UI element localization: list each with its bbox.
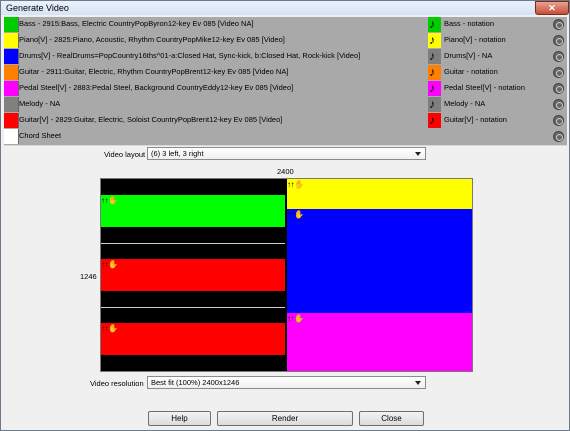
track-list: Bass - 2915:Bass, Electric CountryPopByr… bbox=[4, 17, 567, 146]
track-color-swatch[interactable] bbox=[4, 33, 19, 48]
preview-height-label: 1246 bbox=[80, 272, 97, 281]
chevron-down-icon bbox=[415, 381, 421, 385]
video-layout-value: (6) 3 left, 3 right bbox=[151, 149, 204, 158]
track-label: Chord Sheet bbox=[19, 131, 62, 140]
track-notation: Guitar[V] - notation bbox=[444, 115, 507, 124]
track-row-drums[interactable]: Drums[V] - RealDrums=PopCountry16ths^01-… bbox=[4, 49, 567, 66]
drag-hand-icon[interactable]: ↑↑✋ bbox=[101, 325, 118, 333]
video-resolution-label: Video resolution bbox=[90, 379, 144, 388]
close-button[interactable]: Close bbox=[359, 411, 424, 426]
music-note-icon[interactable]: ♪ bbox=[428, 33, 441, 48]
options-icon[interactable] bbox=[553, 19, 564, 30]
preview-region-guitar[interactable] bbox=[101, 259, 285, 291]
track-label: Melody - NA bbox=[19, 99, 61, 108]
drag-hand-icon[interactable]: ↑↑✋ bbox=[287, 211, 304, 219]
track-row-pedal-steel[interactable]: Pedal Steel[V] - 2883:Pedal Steel, Backg… bbox=[4, 81, 567, 98]
window-close-button[interactable]: ✕ bbox=[535, 1, 569, 15]
drag-hand-icon[interactable]: ↑↑✋ bbox=[287, 181, 304, 189]
options-icon[interactable] bbox=[553, 83, 564, 94]
video-layout-select[interactable]: (6) 3 left, 3 right bbox=[147, 147, 426, 160]
track-color-swatch[interactable] bbox=[4, 129, 19, 144]
divider bbox=[101, 243, 285, 244]
video-layout-label: Video layout bbox=[104, 150, 146, 159]
music-note-icon[interactable]: ♪ bbox=[428, 113, 441, 128]
preview-region-drums[interactable] bbox=[287, 209, 472, 313]
music-note-icon[interactable]: ♪ bbox=[428, 97, 441, 112]
preview-region-piano[interactable] bbox=[287, 179, 472, 209]
options-icon[interactable] bbox=[553, 99, 564, 110]
track-color-swatch[interactable] bbox=[4, 49, 19, 64]
help-button[interactable]: Help bbox=[148, 411, 211, 426]
drag-hand-icon[interactable]: ↑↑✋ bbox=[101, 261, 118, 269]
track-color-swatch[interactable] bbox=[4, 17, 19, 32]
track-label: Drums[V] - RealDrums=PopCountry16ths^01-… bbox=[19, 51, 361, 60]
track-notation: Melody - NA bbox=[444, 99, 486, 108]
music-note-icon[interactable]: ♪ bbox=[428, 17, 441, 32]
music-note-icon[interactable]: ♪ bbox=[428, 81, 441, 96]
track-color-swatch[interactable] bbox=[4, 65, 19, 80]
drag-hand-icon[interactable]: ↑↑✋ bbox=[287, 315, 304, 323]
track-notation: Guitar - notation bbox=[444, 67, 498, 76]
track-label: Guitar - 2911:Guitar, Electric, Rhythm C… bbox=[19, 67, 289, 76]
track-label: Piano[V] - 2825:Piano, Acoustic, Rhythm … bbox=[19, 35, 285, 44]
music-note-icon[interactable]: ♪ bbox=[428, 65, 441, 80]
music-note-icon[interactable]: ♪ bbox=[428, 49, 441, 64]
track-row-guitar[interactable]: Guitar - 2911:Guitar, Electric, Rhythm C… bbox=[4, 65, 567, 82]
title-bar: Generate Video ✕ bbox=[1, 1, 569, 15]
chevron-down-icon bbox=[415, 152, 421, 156]
track-row-piano[interactable]: Piano[V] - 2825:Piano, Acoustic, Rhythm … bbox=[4, 33, 567, 50]
preview-region-guitar-soloist[interactable] bbox=[101, 323, 285, 355]
track-notation: Pedal Steel[V] - notation bbox=[444, 83, 525, 92]
video-resolution-value: Best fit (100%) 2400x1246 bbox=[151, 378, 240, 387]
track-row-melody[interactable]: Melody - NA ♪ Melody - NA bbox=[4, 97, 567, 114]
video-resolution-select[interactable]: Best fit (100%) 2400x1246 bbox=[147, 376, 426, 389]
track-row-guitar-soloist[interactable]: Guitar[V] - 2829:Guitar, Electric, Soloi… bbox=[4, 113, 567, 130]
options-icon[interactable] bbox=[553, 131, 564, 142]
track-notation: Bass - notation bbox=[444, 19, 495, 28]
track-label: Bass - 2915:Bass, Electric CountryPopByr… bbox=[19, 19, 254, 28]
track-color-swatch[interactable] bbox=[4, 81, 19, 96]
options-icon[interactable] bbox=[553, 51, 564, 62]
drag-hand-icon[interactable]: ↑↑✋ bbox=[101, 197, 118, 205]
options-icon[interactable] bbox=[553, 35, 564, 46]
track-color-swatch[interactable] bbox=[4, 113, 19, 128]
render-button[interactable]: Render bbox=[217, 411, 353, 426]
track-label: Guitar[V] - 2829:Guitar, Electric, Soloi… bbox=[19, 115, 283, 124]
track-color-swatch[interactable] bbox=[4, 97, 19, 112]
track-row-bass[interactable]: Bass - 2915:Bass, Electric CountryPopByr… bbox=[4, 17, 567, 34]
track-notation: Piano[V] - notation bbox=[444, 35, 506, 44]
track-row-chord-sheet[interactable]: Chord Sheet bbox=[4, 129, 567, 146]
video-layout-preview: ↑↑✋ ↑↑✋ ↑↑✋ ↑↑✋ ↑↑✋ ↑↑✋ bbox=[100, 178, 473, 372]
track-label: Pedal Steel[V] - 2883:Pedal Steel, Backg… bbox=[19, 83, 294, 92]
window-title: Generate Video bbox=[6, 3, 69, 13]
divider bbox=[101, 307, 285, 308]
preview-region-bass[interactable] bbox=[101, 195, 285, 227]
preview-region-pedal-steel[interactable] bbox=[287, 313, 472, 371]
options-icon[interactable] bbox=[553, 115, 564, 126]
preview-width-label: 2400 bbox=[277, 167, 294, 176]
generate-video-window: Generate Video ✕ Bass - 2915:Bass, Elect… bbox=[0, 0, 570, 431]
options-icon[interactable] bbox=[553, 67, 564, 78]
track-notation: Drums[V] - NA bbox=[444, 51, 493, 60]
